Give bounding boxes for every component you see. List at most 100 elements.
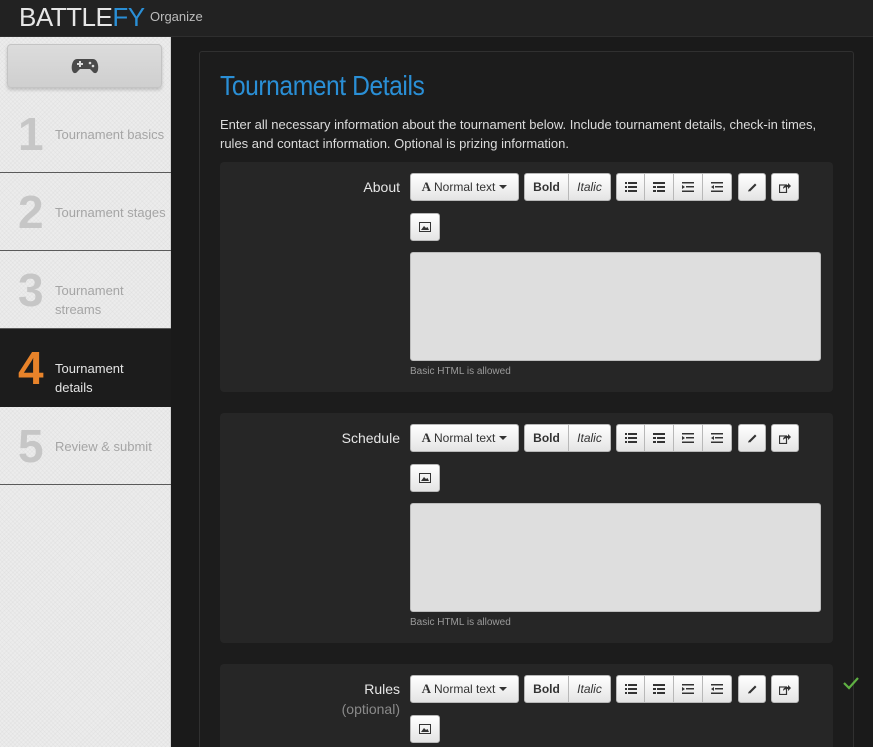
list-format-group [616, 424, 732, 452]
caret-down-icon [499, 436, 508, 440]
step-label: Tournament basics [55, 127, 165, 142]
indent-icon [711, 433, 723, 443]
pencil-icon [747, 434, 756, 443]
indent-button[interactable] [703, 675, 732, 703]
step-label: Tournament streams [55, 283, 124, 317]
caret-down-icon [499, 687, 508, 691]
wizard-step-4-active[interactable]: 4 Tournament details [0, 329, 171, 407]
indent-icon [711, 684, 723, 694]
outdent-button[interactable] [674, 173, 703, 201]
unordered-list-icon [624, 684, 637, 694]
step-number: 4 [18, 342, 44, 394]
indent-button[interactable] [703, 173, 732, 201]
unordered-list-icon [624, 433, 637, 443]
outdent-button[interactable] [674, 424, 703, 452]
html-edit-button[interactable] [738, 424, 766, 452]
italic-button[interactable]: Italic [569, 675, 611, 703]
wizard-step-3[interactable]: 3 Tournament streams [0, 251, 171, 329]
font-style-label: Normal text [434, 180, 496, 194]
list-format-group [616, 173, 732, 201]
unordered-list-button[interactable] [616, 173, 645, 201]
italic-button[interactable]: Italic [569, 424, 611, 452]
about-label: About [363, 179, 400, 195]
outdent-icon [682, 684, 694, 694]
intro-text: Enter all necessary information about th… [220, 117, 817, 151]
ordered-list-icon [653, 182, 665, 192]
html-edit-button[interactable] [738, 675, 766, 703]
text-format-group: Bold Italic [524, 675, 611, 703]
game-selector-button[interactable] [7, 44, 162, 88]
text-format-group: Bold Italic [524, 424, 611, 452]
image-icon [419, 724, 431, 734]
bold-button[interactable]: Bold [524, 173, 569, 201]
schedule-hint: Basic HTML is allowed [410, 617, 511, 628]
insert-image-button[interactable] [410, 213, 440, 241]
outdent-icon [682, 182, 694, 192]
wizard-step-2[interactable]: 2 Tournament stages [0, 173, 171, 251]
indent-icon [711, 182, 723, 192]
insert-image-button[interactable] [410, 715, 440, 743]
font-a-icon: A [421, 681, 432, 696]
rules-label: Rules [364, 681, 400, 697]
insert-link-button[interactable] [771, 173, 799, 201]
step-number: 1 [18, 108, 44, 160]
schedule-label: Schedule [341, 430, 400, 446]
step-number: 2 [18, 186, 44, 238]
rules-section: Rules (optional) A Normal text Bold Ital… [220, 664, 833, 747]
font-style-label: Normal text [434, 682, 496, 696]
italic-button[interactable]: Italic [569, 173, 611, 201]
font-style-dropdown[interactable]: A Normal text [410, 675, 519, 703]
outdent-button[interactable] [674, 675, 703, 703]
wizard-step-5[interactable]: 5 Review & submit [0, 407, 171, 485]
wizard-step-1[interactable]: 1 Tournament basics [0, 95, 171, 173]
list-format-group [616, 675, 732, 703]
font-style-label: Normal text [434, 431, 496, 445]
bold-button[interactable]: Bold [524, 675, 569, 703]
schedule-editor[interactable] [410, 503, 821, 612]
font-a-icon: A [421, 179, 432, 194]
unordered-list-icon [624, 182, 637, 192]
about-hint: Basic HTML is allowed [410, 366, 511, 377]
unordered-list-button[interactable] [616, 424, 645, 452]
unordered-list-button[interactable] [616, 675, 645, 703]
font-style-dropdown[interactable]: A Normal text [410, 424, 519, 452]
step-number: 3 [18, 264, 44, 316]
schedule-section: Schedule A Normal text Bold Italic Basic… [220, 413, 833, 643]
valid-check-icon [843, 677, 859, 690]
caret-down-icon [499, 185, 508, 189]
share-link-icon [779, 684, 791, 695]
logo-text-battle: BATTLE [19, 2, 113, 32]
image-icon [419, 473, 431, 483]
top-bar: BATTLEFY Organize [0, 0, 873, 37]
share-link-icon [779, 182, 791, 193]
ordered-list-icon [653, 684, 665, 694]
page-title: Tournament Details [220, 70, 425, 101]
image-icon [419, 222, 431, 232]
html-edit-button[interactable] [738, 173, 766, 201]
wizard-sidebar: 1 Tournament basics 2 Tournament stages … [0, 37, 171, 747]
step-number: 5 [18, 420, 44, 472]
ordered-list-button[interactable] [645, 173, 674, 201]
battlefy-logo[interactable]: BATTLEFY [19, 3, 145, 31]
insert-link-button[interactable] [771, 424, 799, 452]
gamepad-icon [71, 59, 98, 74]
step-label: Review & submit [55, 439, 152, 454]
insert-image-button[interactable] [410, 464, 440, 492]
bold-button[interactable]: Bold [524, 424, 569, 452]
font-style-dropdown[interactable]: A Normal text [410, 173, 519, 201]
outdent-icon [682, 433, 694, 443]
pencil-icon [747, 183, 756, 192]
about-section: About A Normal text Bold Italic Basic HT… [220, 162, 833, 392]
logo-text-fy: FY [112, 2, 145, 32]
insert-link-button[interactable] [771, 675, 799, 703]
indent-button[interactable] [703, 424, 732, 452]
rules-optional-label: (optional) [341, 701, 400, 717]
ordered-list-icon [653, 433, 665, 443]
ordered-list-button[interactable] [645, 675, 674, 703]
about-editor[interactable] [410, 252, 821, 361]
nav-organize-link[interactable]: Organize [150, 9, 203, 24]
text-format-group: Bold Italic [524, 173, 611, 201]
ordered-list-button[interactable] [645, 424, 674, 452]
pencil-icon [747, 685, 756, 694]
step-label: Tournament stages [55, 205, 166, 220]
